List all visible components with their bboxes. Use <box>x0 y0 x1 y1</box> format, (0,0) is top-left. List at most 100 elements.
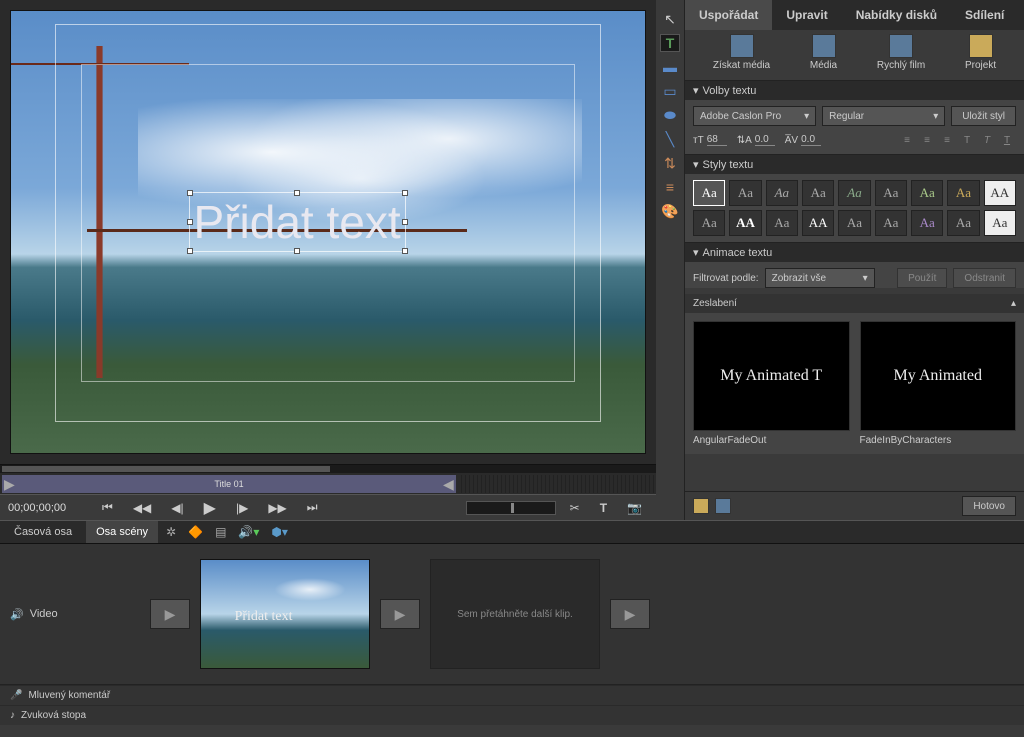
font-family-dropdown[interactable]: Adobe Caslon Pro▾ <box>693 106 816 126</box>
preview-monitor[interactable]: Přidat text <box>10 10 646 454</box>
bold-button[interactable]: T <box>958 132 976 148</box>
done-button[interactable]: Hotovo <box>962 496 1016 516</box>
tracking-icon: A̅V <box>785 135 798 146</box>
animation-group-header: Zeslabení ▴ <box>685 294 1024 313</box>
marker-icon[interactable]: ⬢▾ <box>267 525 292 539</box>
tracking-control[interactable]: A̅V 0.0 <box>785 134 821 146</box>
align-left-button[interactable]: ≡ <box>898 132 916 148</box>
title-text-overlay[interactable]: Přidat text <box>189 192 406 252</box>
color-tool[interactable]: 🎨 <box>660 202 680 220</box>
italic-button[interactable]: T <box>978 132 996 148</box>
get-media-button[interactable]: Získat média <box>713 34 770 76</box>
font-size-icon: ᴛT <box>693 135 704 146</box>
narration-track[interactable]: 🎤 Mluvený komentář <box>0 685 1024 705</box>
tab-sceneline[interactable]: Osa scény <box>86 521 158 543</box>
play-button[interactable]: ▶ <box>198 498 222 518</box>
tab-edit[interactable]: Upravit <box>772 0 841 30</box>
rounded-rect-tool[interactable]: ▭ <box>660 82 680 100</box>
underline-button[interactable]: T <box>998 132 1016 148</box>
text-tool[interactable]: T <box>660 34 680 52</box>
step-back-button[interactable]: ◀| <box>165 501 189 515</box>
transition-slot[interactable]: ▶ <box>150 599 190 629</box>
freeze-frame-button[interactable]: 📷 <box>621 501 648 515</box>
tab-share[interactable]: Sdílení <box>951 0 1018 30</box>
style-swatch[interactable]: Aa <box>875 180 907 206</box>
soundtrack-track[interactable]: ♪ Zvuková stopa <box>0 705 1024 725</box>
goto-start-button[interactable]: ⏮ <box>96 500 119 515</box>
leading-control[interactable]: ⇅A 0.0 <box>737 134 775 146</box>
zoom-icon[interactable]: ✲ <box>162 525 180 539</box>
split-clip-button[interactable]: ✂ <box>564 501 586 515</box>
style-swatch[interactable]: AA <box>729 210 761 236</box>
animation-preset-name: FadeInByCharacters <box>860 435 1017 446</box>
scroll-up-icon[interactable]: ▴ <box>1011 298 1016 309</box>
trash-icon[interactable] <box>715 498 731 514</box>
text-styles-header[interactable]: ▾ Styly textu <box>685 155 1024 174</box>
style-swatch[interactable]: Aa <box>693 210 725 236</box>
folder-icon[interactable] <box>693 498 709 514</box>
get-media-icon <box>730 34 754 58</box>
style-swatch[interactable]: Aa <box>947 210 979 236</box>
audio-icon[interactable]: 🔊▾ <box>234 525 263 539</box>
speaker-icon: 🔊 <box>10 608 24 621</box>
adjust-tool[interactable]: ⇅ <box>660 154 680 172</box>
goto-end-button[interactable]: ⏭ <box>301 500 324 515</box>
text-options-header[interactable]: ▾ Volby textu <box>685 81 1024 100</box>
animation-preset-name: AngularFadeOut <box>693 435 850 446</box>
style-swatch[interactable]: Aa <box>838 180 870 206</box>
style-swatch[interactable]: Aa <box>766 180 798 206</box>
fast-forward-button[interactable]: ▶▶ <box>262 501 292 515</box>
style-swatch[interactable]: Aa <box>875 210 907 236</box>
gradient-tool[interactable]: ≡ <box>660 178 680 196</box>
rewind-button[interactable]: ◀◀ <box>127 501 157 515</box>
selection-tool[interactable]: ↖ <box>660 10 680 28</box>
filmstrip-icon <box>889 34 913 58</box>
overlay-text: Přidat text <box>194 196 401 248</box>
remove-button[interactable]: Odstranit <box>953 268 1016 288</box>
line-tool[interactable]: ╲ <box>660 130 680 148</box>
transition-slot[interactable]: ▶ <box>380 599 420 629</box>
timeline-clip[interactable]: Title 01 <box>2 475 456 493</box>
rectangle-tool[interactable]: ▬ <box>660 58 680 76</box>
align-center-button[interactable]: ≡ <box>918 132 936 148</box>
style-swatch[interactable]: Aa <box>802 180 834 206</box>
properties-icon[interactable]: ▤ <box>211 525 230 539</box>
leading-icon: ⇅A <box>737 135 752 146</box>
style-swatch[interactable]: Aa <box>766 210 798 236</box>
shuttle-slider[interactable] <box>466 501 556 515</box>
style-swatch[interactable]: Aa <box>911 180 943 206</box>
media-button[interactable]: Média <box>810 34 837 76</box>
timecode-display: 00;00;00;00 <box>8 502 88 514</box>
ellipse-tool[interactable]: ⬬ <box>660 106 680 124</box>
clip-dropzone[interactable]: Sem přetáhněte další klip. <box>430 559 600 669</box>
filter-dropdown[interactable]: Zobrazit vše▾ <box>765 268 875 288</box>
tab-disc-menus[interactable]: Nabídky disků <box>842 0 951 30</box>
style-swatch[interactable]: Aa <box>838 210 870 236</box>
mini-timeline[interactable]: Title 01 <box>0 464 656 494</box>
style-swatch[interactable]: AA <box>984 180 1016 206</box>
align-right-button[interactable]: ≡ <box>938 132 956 148</box>
style-swatch[interactable]: Aa <box>984 210 1016 236</box>
scene-clip[interactable]: Přidat text <box>200 559 370 669</box>
animation-preview-thumb: My Animated T <box>693 321 850 431</box>
add-marker-button[interactable]: T <box>594 501 613 515</box>
style-swatch[interactable]: Aa <box>693 180 725 206</box>
animation-preset[interactable]: My Animated T AngularFadeOut <box>693 321 850 446</box>
tab-organize[interactable]: Uspořádat <box>685 0 772 30</box>
instant-movie-button[interactable]: Rychlý film <box>877 34 925 76</box>
style-swatch[interactable]: Aa <box>911 210 943 236</box>
save-style-button[interactable]: Uložit styl <box>951 106 1016 126</box>
animation-preset[interactable]: My Animated FadeInByCharacters <box>860 321 1017 446</box>
project-button[interactable]: Projekt <box>965 34 996 76</box>
style-swatch[interactable]: AA <box>802 210 834 236</box>
style-swatch[interactable]: Aa <box>947 180 979 206</box>
transition-slot[interactable]: ▶ <box>610 599 650 629</box>
font-size-control[interactable]: ᴛT 68 <box>693 134 727 146</box>
tab-timeline[interactable]: Časová osa <box>4 521 82 543</box>
apply-button[interactable]: Použít <box>897 268 947 288</box>
style-swatch[interactable]: Aa <box>729 180 761 206</box>
smart-trim-icon[interactable]: 🔶 <box>184 525 207 539</box>
font-style-dropdown[interactable]: Regular▾ <box>822 106 945 126</box>
text-animation-header[interactable]: ▾ Animace textu <box>685 243 1024 262</box>
step-forward-button[interactable]: |▶ <box>230 501 254 515</box>
